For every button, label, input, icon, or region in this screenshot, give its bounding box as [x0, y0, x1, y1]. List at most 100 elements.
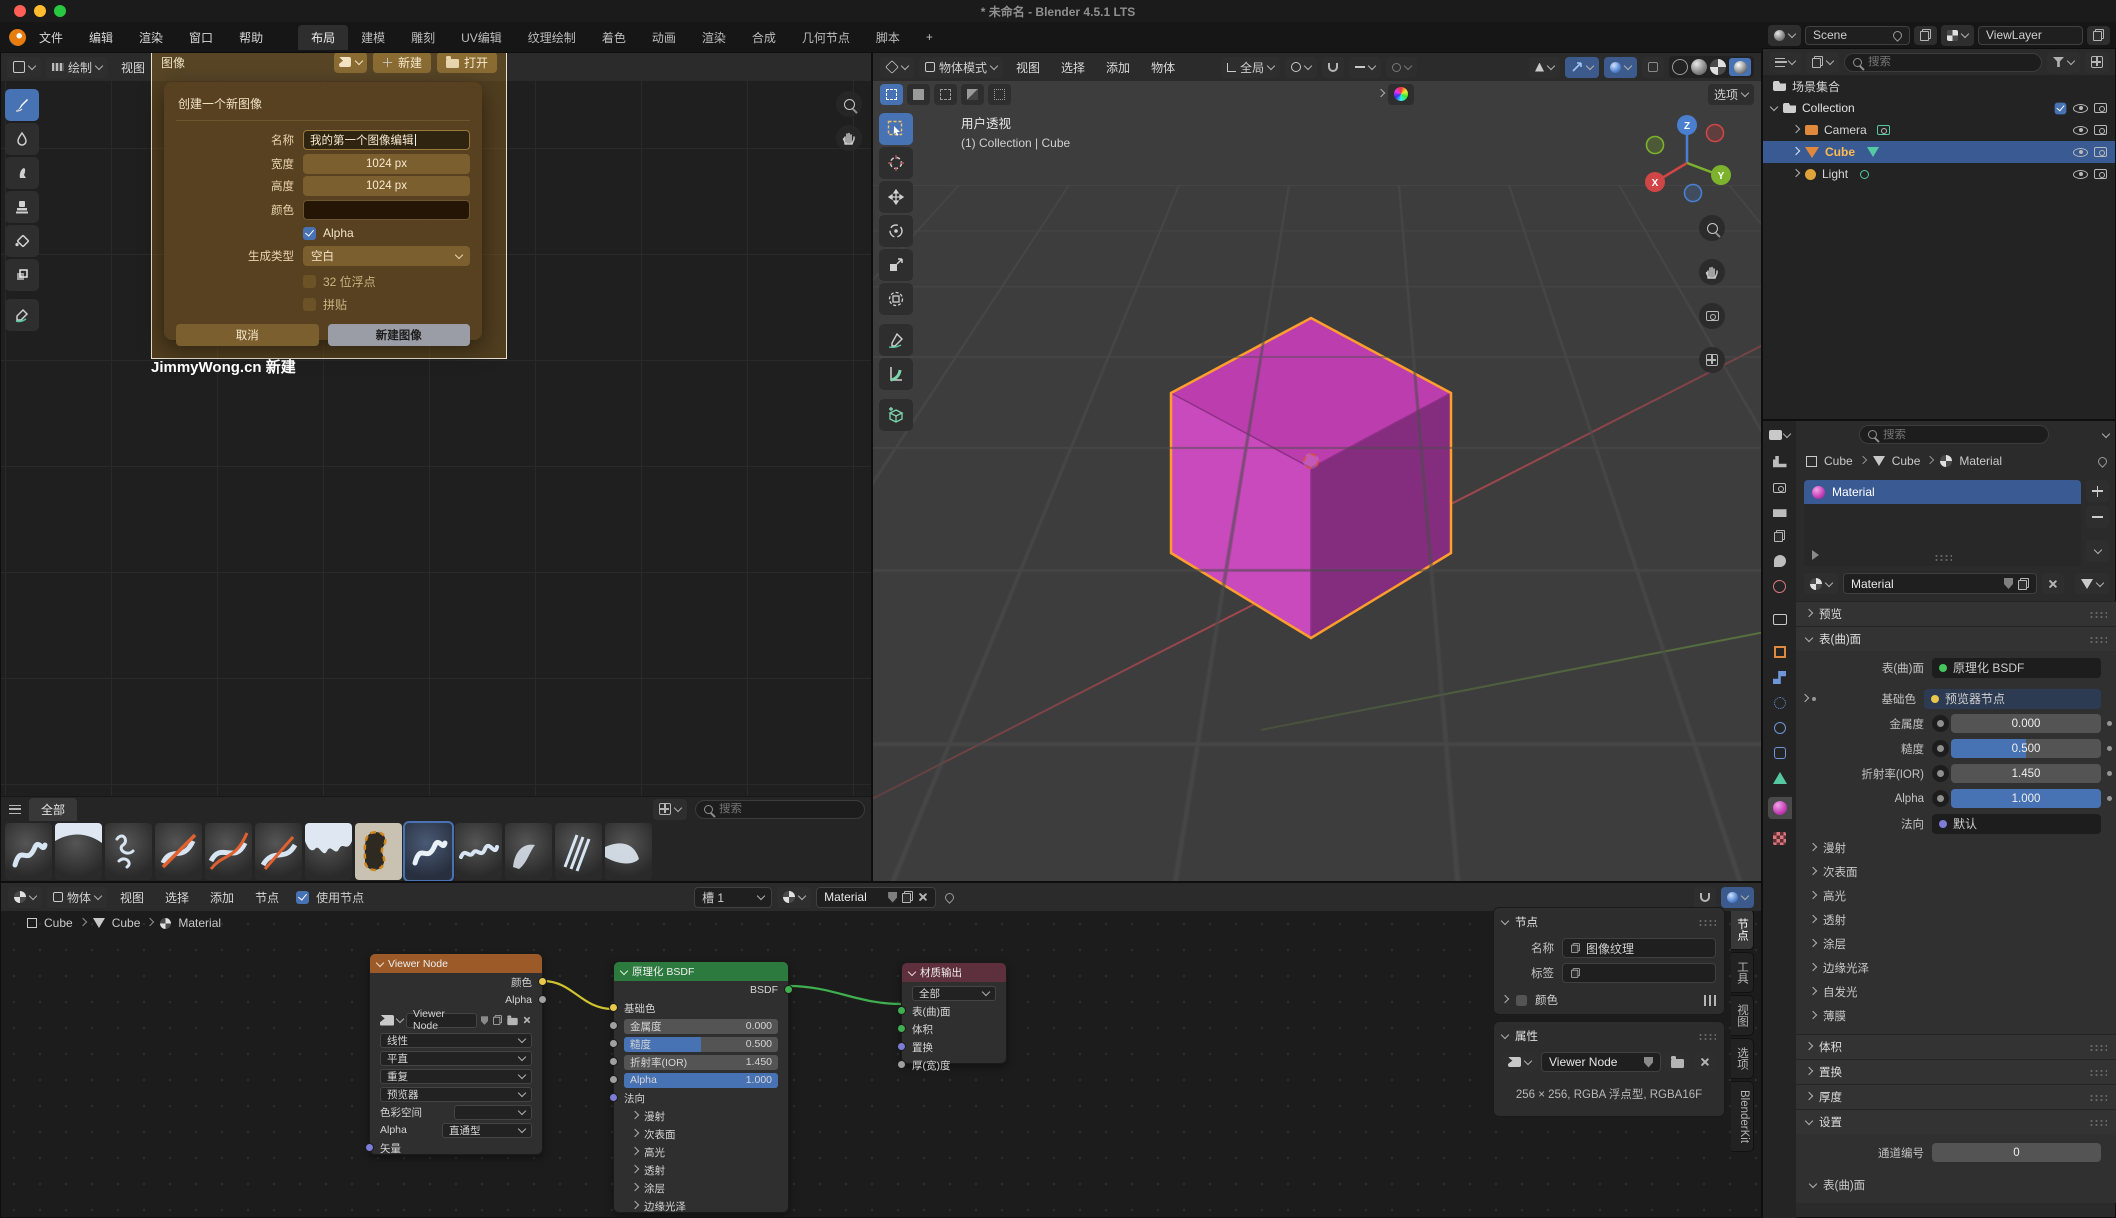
viewport-object-menu[interactable]: 物体: [1143, 59, 1183, 76]
tab-viewlayer-icon[interactable]: [1774, 530, 1785, 542]
alpha-socket-button[interactable]: [1932, 790, 1949, 807]
image-editor-view-menu[interactable]: 视图: [113, 59, 153, 76]
expand-icon[interactable]: [1792, 125, 1800, 133]
subpanel-subsurface[interactable]: 次表面: [1796, 860, 2116, 884]
select-mode-extend-button[interactable]: [907, 84, 930, 105]
node-label-field[interactable]: [1562, 963, 1716, 983]
outliner-filter-button[interactable]: [2047, 52, 2080, 73]
brush-thumbnail[interactable]: [605, 823, 652, 880]
toggle-perspective-icon[interactable]: [1699, 347, 1725, 373]
workspace-tab-shading[interactable]: 着色: [589, 25, 639, 50]
slot-dropdown[interactable]: 槽 1: [694, 887, 772, 908]
paint-mode-dropdown[interactable]: 绘制: [46, 57, 108, 78]
disable-render-icon[interactable]: [2094, 169, 2107, 179]
panel-displacement[interactable]: 置换: [1796, 1059, 2116, 1084]
add-material-slot-button[interactable]: [2086, 480, 2109, 502]
brush-tool[interactable]: [5, 89, 39, 121]
image-name-input[interactable]: 我的第一个图像编辑: [303, 130, 470, 150]
width-field[interactable]: 1024 px: [303, 154, 470, 174]
metallic-slider[interactable]: 0.000: [1951, 714, 2101, 733]
generated-type-dropdown[interactable]: 空白: [303, 246, 470, 266]
roughness-slider[interactable]: 0.500: [1951, 739, 2101, 758]
bsdf-subpanel-transmission[interactable]: 透射: [614, 1161, 788, 1179]
pan-hand-icon[interactable]: [1699, 259, 1725, 285]
principled-bsdf-node[interactable]: 原理化 BSDF BSDF 基础色 金属度0.000 糙度0.500 折射率(I…: [613, 961, 789, 1213]
roughness-slider[interactable]: 糙度0.500: [624, 1037, 778, 1052]
slot-list-expand-icon[interactable]: [1812, 550, 1819, 560]
expand-icon[interactable]: [1770, 103, 1778, 111]
tool-settings-expand-icon[interactable]: [1377, 89, 1385, 97]
viewer-node[interactable]: Viewer Node 颜色 Alpha Viewer Node 线性 平直 重…: [369, 953, 543, 1155]
tiled-checkbox[interactable]: [303, 298, 316, 311]
unlink-icon[interactable]: [523, 1016, 531, 1024]
fake-user-icon[interactable]: [2004, 578, 2013, 589]
transform-tool[interactable]: [879, 283, 913, 315]
pan-hand-icon[interactable]: [836, 125, 862, 151]
tab-render-icon[interactable]: [1773, 483, 1786, 493]
image-browse-dropdown[interactable]: [334, 52, 367, 73]
unlink-icon[interactable]: [918, 892, 928, 902]
image-browse-dropdown[interactable]: [380, 1015, 394, 1026]
panel-item[interactable]: 属性: [1502, 1028, 1716, 1044]
ior-slider[interactable]: 1.450: [1951, 764, 2101, 783]
workspace-tab-rendering[interactable]: 渲染: [689, 25, 739, 50]
subpanel-thin-film[interactable]: 薄膜: [1796, 1004, 2116, 1028]
new-image-button[interactable]: 新建: [373, 52, 431, 73]
viewlayer-type-dropdown[interactable]: [1941, 25, 1974, 46]
new-collection-button[interactable]: [2085, 52, 2109, 73]
clone-tool[interactable]: [5, 191, 39, 223]
pin-icon[interactable]: [2096, 455, 2109, 468]
collection-checkbox[interactable]: [2055, 102, 2067, 114]
copy-icon[interactable]: [493, 1015, 502, 1025]
keyframe-dot-icon[interactable]: [2107, 796, 2112, 801]
source-dropdown[interactable]: 预览器: [380, 1087, 532, 1102]
brush-thumbnail[interactable]: [55, 823, 102, 880]
tab-data-icon[interactable]: [1773, 772, 1787, 784]
menu-file[interactable]: 文件: [26, 29, 76, 46]
tab-texture-icon[interactable]: [1773, 832, 1786, 845]
use-nodes-checkbox[interactable]: [296, 891, 309, 904]
workspace-tab-scripting[interactable]: 脚本: [863, 25, 913, 50]
unlink-image-button[interactable]: [1694, 1052, 1716, 1072]
workspace-tab-modeling[interactable]: 建模: [348, 25, 398, 50]
smear-tool[interactable]: [5, 157, 39, 189]
brush-thumbnail[interactable]: [305, 823, 352, 880]
bsdf-subpanel-specular[interactable]: 高光: [614, 1143, 788, 1161]
remove-material-slot-button[interactable]: [2086, 506, 2109, 528]
copy-icon[interactable]: [2018, 578, 2029, 590]
mask-tool[interactable]: [5, 259, 39, 291]
tab-modifiers-icon[interactable]: [1773, 671, 1786, 684]
viewlayer-copy-button[interactable]: [2087, 26, 2110, 45]
pass-index-field[interactable]: 0: [1932, 1143, 2101, 1162]
tab-constraints-icon[interactable]: [1774, 747, 1786, 759]
material-browse-dropdown[interactable]: [777, 887, 811, 908]
normal-field[interactable]: 默认: [1932, 814, 2101, 834]
navigation-gizmo[interactable]: Z Y X: [1641, 111, 1733, 203]
breadcrumb-data[interactable]: Cube: [1892, 454, 1921, 468]
menu-help[interactable]: 帮助: [226, 29, 276, 46]
disable-render-icon[interactable]: [2094, 125, 2107, 135]
pin-icon[interactable]: [1891, 29, 1904, 42]
pivot-point-dropdown[interactable]: [1285, 57, 1317, 78]
asset-catalog-tab-all[interactable]: 全部: [29, 798, 77, 821]
viewport-view-menu[interactable]: 视图: [1008, 59, 1048, 76]
alpha-slider[interactable]: 1.000: [1951, 789, 2101, 808]
height-field[interactable]: 1024 px: [303, 176, 470, 196]
outliner-row-scene-collection[interactable]: 场景集合: [1763, 75, 2115, 97]
select-box-tool[interactable]: [879, 113, 913, 145]
open-image-button[interactable]: 打开: [437, 52, 497, 73]
open-image-icon[interactable]: [507, 1017, 517, 1024]
asset-search[interactable]: [695, 800, 865, 819]
panel-node[interactable]: 节点: [1502, 914, 1716, 930]
zoom-icon[interactable]: [836, 91, 862, 117]
editor-type-dropdown[interactable]: [7, 57, 41, 78]
fake-user-icon[interactable]: [1644, 1057, 1653, 1068]
scale-tool[interactable]: [879, 249, 913, 281]
hide-eye-icon[interactable]: [2073, 104, 2088, 113]
confirm-new-image-button[interactable]: 新建图像: [328, 324, 471, 346]
viewport-options-dropdown[interactable]: 选项: [1708, 84, 1754, 105]
select-mode-subtract-button[interactable]: [934, 84, 957, 105]
hide-eye-icon[interactable]: [2073, 148, 2088, 157]
menu-edit[interactable]: 编辑: [76, 29, 126, 46]
image-browse-dropdown[interactable]: [1502, 1052, 1537, 1072]
